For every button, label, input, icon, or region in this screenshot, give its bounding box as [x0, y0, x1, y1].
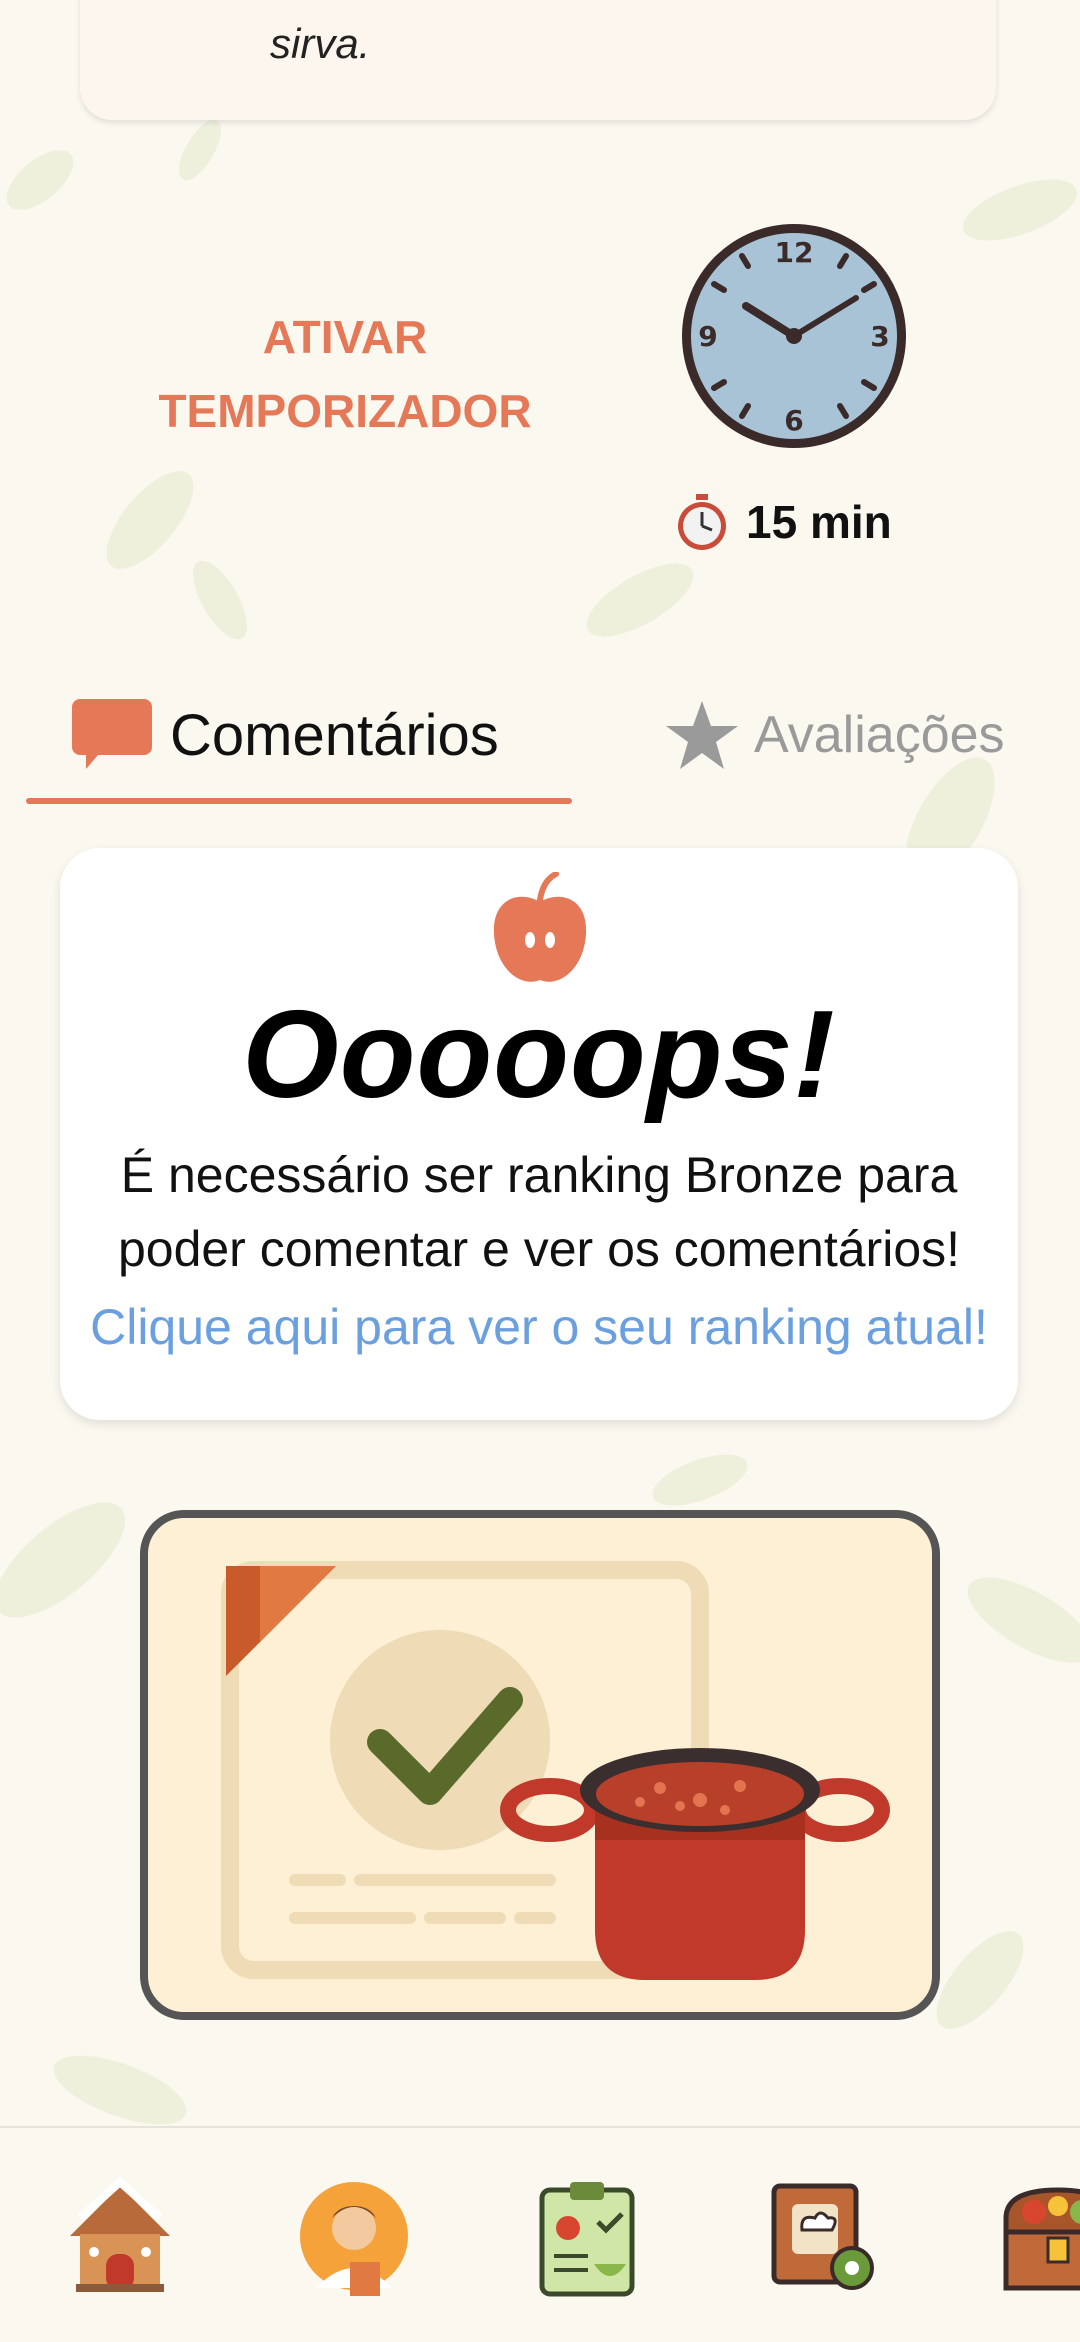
tab-bar: Comentários Avaliações — [0, 660, 1080, 810]
restriction-title: Ooooops! — [242, 986, 836, 1124]
chef-profile-icon[interactable] — [296, 2178, 416, 2298]
svg-text:9: 9 — [698, 320, 717, 353]
tab-reviews[interactable]: Avaliações — [664, 660, 1005, 810]
restriction-message: É necessário ser ranking Bronze para pod… — [60, 1138, 1018, 1286]
active-tab-indicator — [26, 798, 572, 804]
recipe-book-settings-icon[interactable] — [764, 2178, 884, 2298]
tab-comments[interactable]: Comentários — [72, 660, 499, 810]
clock-icon: 12 3 6 9 — [682, 224, 906, 448]
svg-text:12: 12 — [775, 236, 814, 269]
checklist-icon[interactable] — [530, 2178, 650, 2298]
svg-text:3: 3 — [870, 320, 889, 353]
restriction-message-line1: É necessário ser ranking Bronze para — [120, 1147, 958, 1203]
recipe-step-card: sirva. — [80, 0, 996, 120]
timer-duration-value: 15 min — [746, 496, 892, 548]
speech-bubble-icon — [72, 699, 152, 769]
recipe-completed-illustration — [140, 1510, 940, 2020]
view-ranking-link[interactable]: Clique aqui para ver o seu ranking atual… — [60, 1298, 1018, 1356]
treasure-chest-icon[interactable] — [998, 2178, 1080, 2298]
timer-duration: 15 min — [672, 490, 892, 554]
stopwatch-icon — [678, 494, 726, 550]
apple-mascot-icon — [493, 872, 587, 982]
svg-text:6: 6 — [784, 404, 803, 437]
activate-timer-button[interactable]: ATIVAR TEMPORIZADOR — [110, 300, 580, 448]
restriction-message-line2: poder comentar e ver os comentários! — [117, 1221, 961, 1277]
recipe-step-text: sirva. — [270, 20, 371, 67]
tab-comments-label: Comentários — [170, 702, 499, 768]
timer-button-line1: ATIVAR — [262, 311, 428, 363]
tab-reviews-label: Avaliações — [754, 706, 1005, 764]
gingerbread-house-icon[interactable] — [60, 2178, 180, 2298]
timer-button-line2: TEMPORIZADOR — [158, 385, 532, 437]
star-icon — [666, 701, 738, 769]
